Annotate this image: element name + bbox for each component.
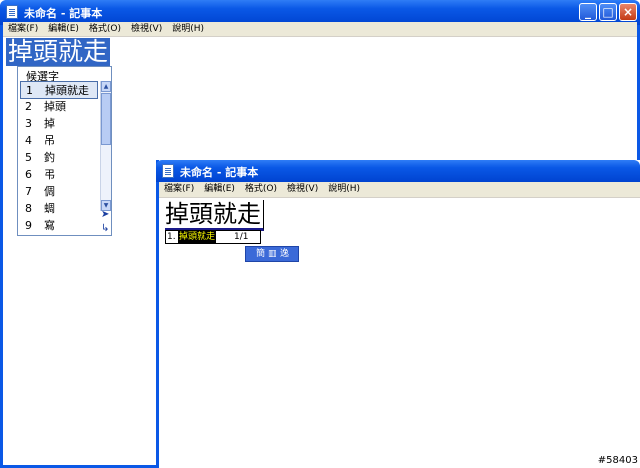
title-bar[interactable]: 未命名 - 記事本	[156, 160, 640, 182]
candidate-scrollbar[interactable]: ▲ ▼	[100, 81, 111, 211]
enter-arrow-icon[interactable]: ↳	[101, 223, 109, 234]
candidate-number: 6	[25, 168, 32, 181]
scroll-thumb[interactable]	[101, 93, 111, 145]
candidate-word: 蜩	[44, 202, 55, 215]
menu-edit[interactable]: 編輯(E)	[43, 22, 84, 36]
candidate-word: 掉	[44, 117, 55, 130]
menu-file[interactable]: 檔案(F)	[159, 182, 199, 197]
candidate-number: 9	[25, 219, 32, 232]
candidate-number: 2	[25, 100, 32, 113]
scroll-up-icon[interactable]: ▲	[101, 81, 111, 92]
candidate-item[interactable]: 8 蜩	[20, 200, 98, 218]
candidate-number: 4	[25, 134, 32, 147]
candidate-word: 吊	[44, 134, 55, 147]
candidate-item[interactable]: 3 掉	[20, 115, 98, 133]
menu-help[interactable]: 說明(H)	[167, 22, 209, 36]
candidate-number: 7	[25, 185, 32, 198]
menu-edit[interactable]: 編輯(E)	[199, 182, 240, 197]
minimize-button[interactable]: _	[579, 3, 597, 21]
composition-page: 1/1	[234, 232, 249, 242]
candidate-item[interactable]: 1 掉頭就走	[20, 81, 98, 99]
menu-bar: 檔案(F) 編輯(E) 格式(O) 檢視(V) 說明(H)	[3, 22, 637, 37]
candidate-word: 掉頭	[44, 100, 66, 113]
close-button[interactable]: ×	[619, 3, 637, 21]
candidate-number: 8	[25, 202, 32, 215]
menu-format[interactable]: 格式(O)	[84, 22, 126, 36]
candidate-number: 3	[25, 117, 32, 130]
maximize-button[interactable]: □	[599, 3, 617, 21]
ime-punctuation-icon[interactable]: 逸	[280, 247, 289, 261]
menu-view[interactable]: 檢視(V)	[126, 22, 167, 36]
candidate-item[interactable]: 9 寫	[20, 217, 98, 235]
ime-width-icon[interactable]: ▥	[268, 247, 277, 261]
notepad-window-front: 未命名 - 記事本 檔案(F) 編輯(E) 格式(O) 檢視(V) 說明(H) 掉頭就走…	[156, 160, 640, 468]
text-area-content[interactable]: 掉頭就走	[165, 200, 264, 231]
candidate-word: 弔	[44, 168, 55, 181]
text-area-content[interactable]: 掉頭就走	[6, 38, 111, 66]
candidate-item[interactable]: 6 弔	[20, 166, 98, 184]
window-title: 未命名 - 記事本	[24, 7, 103, 20]
candidate-item[interactable]: 2 掉頭	[20, 98, 98, 116]
menu-help[interactable]: 說明(H)	[323, 182, 365, 197]
window-title: 未命名 - 記事本	[180, 166, 259, 179]
candidate-word: 寫	[44, 219, 55, 232]
candidate-item[interactable]: 7 倜	[20, 183, 98, 201]
candidate-number: 5	[25, 151, 32, 164]
menu-file[interactable]: 檔案(F)	[3, 22, 43, 36]
composition-number: 1.	[167, 232, 176, 242]
candidate-word: 倜	[44, 185, 55, 198]
menu-view[interactable]: 檢視(V)	[282, 182, 323, 197]
composition-window: 1. 掉頭就走 1/1	[165, 230, 261, 244]
page-next-icon[interactable]: ➤	[101, 209, 109, 220]
candidate-item[interactable]: 5 釣	[20, 149, 98, 167]
candidate-list: 候選字 1 掉頭就走 2 掉頭 3 掉 4 吊 5 釣 6 弔 7 倜 8 蜩 …	[17, 66, 112, 236]
ime-toolbar: 簡 ▥ 逸	[245, 246, 299, 262]
notepad-icon	[6, 5, 18, 19]
ime-mode-icon[interactable]: 簡	[256, 247, 265, 261]
watermark: #58403	[597, 455, 638, 466]
candidate-item[interactable]: 4 吊	[20, 132, 98, 150]
candidate-word: 釣	[44, 151, 55, 164]
composition-word[interactable]: 掉頭就走	[178, 231, 217, 243]
notepad-icon	[162, 164, 174, 178]
menu-format[interactable]: 格式(O)	[240, 182, 282, 197]
menu-bar: 檔案(F) 編輯(E) 格式(O) 檢視(V) 說明(H)	[159, 182, 640, 198]
